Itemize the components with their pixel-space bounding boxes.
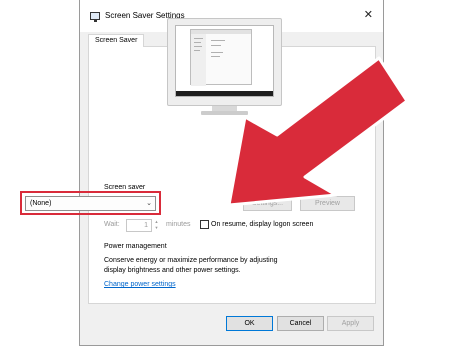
display-settings-icon <box>90 12 100 22</box>
watermark-suffix: How <box>424 318 457 335</box>
watermark-prefix: wiki <box>398 319 425 335</box>
wait-label: Wait: <box>104 221 120 228</box>
preview-taskbar <box>176 91 273 96</box>
screen-saver-settings-dialog: Screen Saver Settings ✕ Screen Saver <box>79 0 384 346</box>
dropdown-highlight-box <box>20 191 161 215</box>
watermark: wikiHow <box>398 318 457 336</box>
apply-button[interactable]: Apply <box>327 316 374 331</box>
power-management-description: Conserve energy or maximize performance … <box>104 257 278 274</box>
power-management-group-label: Power management <box>104 243 167 250</box>
wait-minutes-input[interactable]: 1 <box>126 219 152 232</box>
close-icon[interactable]: ✕ <box>364 10 373 21</box>
monitor-base <box>201 111 248 115</box>
resume-logon-label[interactable]: On resume, display logon screen <box>211 221 313 228</box>
tab-screen-saver[interactable]: Screen Saver <box>88 34 145 47</box>
settings-button[interactable]: Settings... <box>243 196 292 211</box>
wait-spinner[interactable]: ▲ ▼ <box>153 219 160 232</box>
monitor-frame <box>167 18 282 106</box>
screen-saver-group-label: Screen saver <box>104 184 146 191</box>
resume-logon-checkbox[interactable] <box>200 220 209 229</box>
monitor-screen <box>175 25 274 97</box>
minutes-label: minutes <box>166 221 191 228</box>
ok-button[interactable]: OK <box>226 316 273 331</box>
screen-preview-monitor <box>167 18 282 115</box>
cancel-button[interactable]: Cancel <box>277 316 324 331</box>
change-power-settings-link[interactable]: Change power settings <box>104 281 176 288</box>
preview-window <box>190 29 252 86</box>
preview-button[interactable]: Preview <box>300 196 355 211</box>
spin-down-icon[interactable]: ▼ <box>153 225 160 231</box>
